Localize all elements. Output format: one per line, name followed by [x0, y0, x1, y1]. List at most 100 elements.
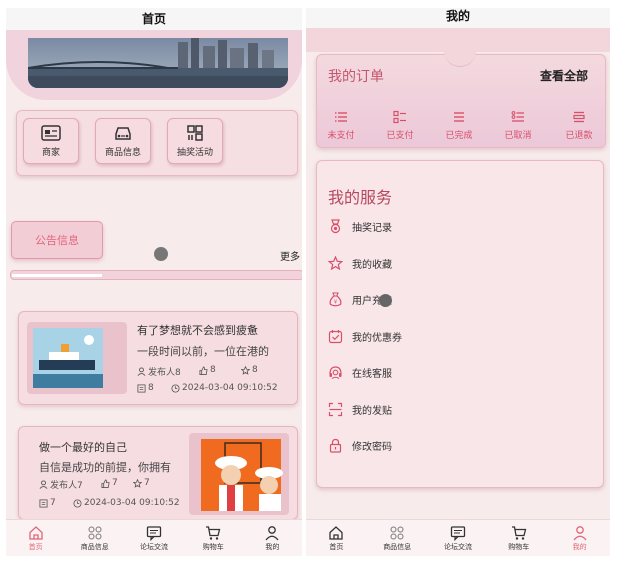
car-icon [115, 127, 131, 140]
home-title: 首页 [6, 8, 302, 30]
star-icon [328, 256, 343, 271]
mine-screen: 我的 我的订单 查看全部 未支付 已支付 已完成 已取消 已退款 我的服务 抽奖… [306, 8, 610, 556]
order-unpaid-label: 未支付 [327, 131, 355, 141]
lock-icon [329, 438, 342, 453]
tab-products[interactable]: 商品信息 [65, 520, 124, 556]
post-time: 2024-03-04 09:10:52 [171, 383, 278, 393]
touch-indicator-dot [379, 294, 392, 307]
tab-products-label: 商品信息 [383, 542, 412, 551]
chat-icon [450, 525, 466, 541]
quick-product-button[interactable]: 商品信息 [95, 118, 151, 164]
service-change-password-label: 修改密码 [352, 442, 392, 453]
apps-icon [390, 526, 404, 539]
order-completed[interactable]: 已完成 [439, 110, 479, 141]
coupon-icon [328, 330, 343, 344]
user-outline-icon [39, 480, 48, 489]
thumb-up-icon [101, 478, 110, 488]
notice-button[interactable]: 公告信息 [11, 221, 103, 259]
cart-icon [206, 525, 221, 540]
home-screen: 首页 商家 商品信息 抽奖活动 公告信息 更多 有了梦想就不会感到疲惫 一段时间… [6, 8, 302, 556]
banner-image[interactable] [28, 38, 288, 88]
service-my-posts-label: 我的发贴 [352, 406, 392, 417]
cart-icon [511, 525, 527, 540]
star-outline-icon [241, 365, 250, 375]
post-comments[interactable]: 7 [39, 498, 56, 508]
user-icon [573, 525, 587, 540]
tab-home-label: 首页 [28, 542, 43, 551]
post-collects[interactable]: 7 [133, 478, 150, 488]
post-likes[interactable]: 8 [199, 365, 216, 375]
post-likes-count: 7 [112, 478, 118, 488]
bullet-list-icon [511, 111, 524, 122]
post-thumbnail [27, 322, 127, 394]
tab-home[interactable]: 首页 [6, 520, 65, 556]
view-all-orders-link[interactable]: 查看全部 [540, 67, 588, 84]
service-my-posts[interactable]: 我的发贴 [328, 402, 392, 417]
service-lottery-records[interactable]: 抽奖记录 [328, 219, 392, 234]
orders-title: 我的订单 [328, 69, 384, 85]
post-publisher-text: 发布人7 [50, 481, 83, 491]
bottom-tab-bar: 首页 商品信息 论坛交流 购物车 我的 [6, 519, 302, 556]
tab-cart[interactable]: 购物车 [184, 520, 243, 556]
more-link[interactable]: 更多 [280, 248, 300, 263]
order-refunded[interactable]: 已退款 [559, 110, 599, 141]
service-coupons[interactable]: 我的优惠券 [328, 329, 402, 344]
home-icon [28, 525, 43, 540]
tab-mine-label: 我的 [265, 542, 280, 551]
order-cancelled[interactable]: 已取消 [498, 110, 538, 141]
post-likes[interactable]: 7 [101, 478, 118, 488]
post-card[interactable]: 做一个最好的自己 自信是成功的前提，你拥有 发布人7 7 7 7 2024-03… [18, 426, 298, 520]
grid-icon [187, 125, 203, 141]
tab-mine-label: 我的 [572, 542, 587, 551]
post-collects[interactable]: 8 [241, 365, 258, 375]
tab-mine[interactable]: 我的 [549, 520, 610, 556]
bottom-tab-bar: 首页 商品信息 论坛交流 购物车 我的 [306, 519, 610, 556]
comment-box-icon [137, 383, 146, 393]
home-icon [329, 525, 344, 540]
notice-dot [154, 247, 168, 261]
tab-forum-label: 论坛交流 [443, 542, 472, 551]
tab-products[interactable]: 商品信息 [367, 520, 428, 556]
order-cancelled-label: 已取消 [504, 131, 532, 141]
header-band [306, 28, 610, 52]
service-coupons-label: 我的优惠券 [352, 333, 402, 344]
tab-mine[interactable]: 我的 [243, 520, 302, 556]
post-likes-count: 8 [210, 365, 216, 375]
quick-merchant-button[interactable]: 商家 [23, 118, 79, 164]
post-title: 有了梦想就不会感到疲惫 [137, 324, 258, 337]
notice-progress [12, 274, 102, 277]
post-publisher-text: 发布人8 [148, 368, 181, 378]
tab-forum[interactable]: 论坛交流 [428, 520, 489, 556]
mine-title: 我的 [306, 8, 610, 28]
tab-forum[interactable]: 论坛交流 [124, 520, 183, 556]
post-comments[interactable]: 8 [137, 383, 154, 393]
tab-products-label: 商品信息 [80, 542, 109, 551]
quick-lottery-button[interactable]: 抽奖活动 [167, 118, 223, 164]
tab-home[interactable]: 首页 [306, 520, 367, 556]
user-icon [265, 525, 279, 540]
headset-icon [329, 366, 342, 379]
quick-lottery-label: 抽奖活动 [176, 148, 213, 158]
user-outline-icon [137, 367, 146, 376]
post-desc: 自信是成功的前提，你拥有 [39, 461, 171, 474]
order-completed-label: 已完成 [445, 131, 473, 141]
post-card[interactable]: 有了梦想就不会感到疲惫 一段时间以前，一位在港的 发布人8 8 8 8 2024… [18, 311, 298, 405]
tab-cart[interactable]: 购物车 [488, 520, 549, 556]
quick-merchant-label: 商家 [41, 148, 60, 158]
service-change-password[interactable]: 修改密码 [328, 438, 392, 453]
tab-cart-label: 购物车 [508, 542, 530, 551]
apps-icon [88, 526, 102, 539]
post-comments-count: 8 [148, 383, 154, 393]
star-outline-icon [133, 478, 142, 488]
post-collects-count: 7 [144, 478, 150, 488]
post-time-text: 2024-03-04 09:10:52 [84, 498, 180, 508]
order-unpaid[interactable]: 未支付 [321, 110, 361, 141]
post-comments-count: 7 [50, 498, 56, 508]
service-online-support[interactable]: 在线客服 [328, 365, 392, 380]
post-publisher: 发布人7 [39, 478, 83, 491]
medal-icon [330, 219, 341, 234]
post-title: 做一个最好的自己 [39, 441, 127, 454]
order-paid[interactable]: 已支付 [380, 110, 420, 141]
service-online-support-label: 在线客服 [352, 369, 392, 380]
service-favorites[interactable]: 我的收藏 [328, 256, 392, 271]
